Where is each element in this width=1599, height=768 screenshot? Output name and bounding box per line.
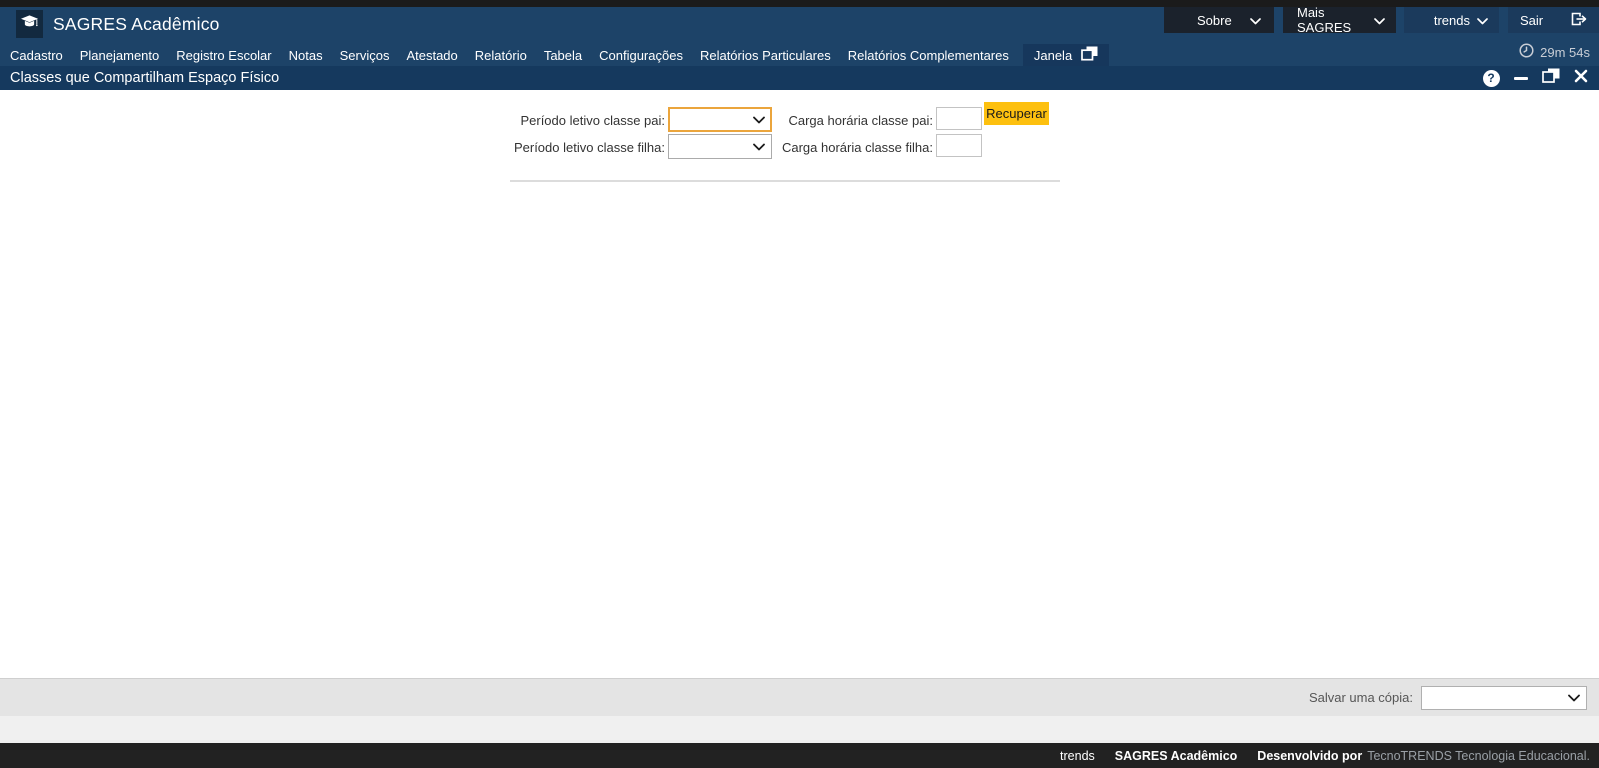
menu-item-cadastro[interactable]: Cadastro <box>10 48 63 63</box>
menu-item-planejamento[interactable]: Planejamento <box>80 48 160 63</box>
menu-item-relatorio[interactable]: Relatório <box>475 48 527 63</box>
chevron-down-icon <box>1250 13 1261 28</box>
menu-bar: Cadastro Planejamento Registro Escolar N… <box>0 44 1109 66</box>
recuperar-button[interactable]: Recuperar <box>984 102 1049 125</box>
carga-pai-label: Carga horária classe pai: <box>770 113 933 128</box>
maximize-button[interactable] <box>1540 66 1562 90</box>
menu-item-configuracoes[interactable]: Configurações <box>599 48 683 63</box>
footer: trends SAGRES Acadêmico Desenvolvido por… <box>0 743 1599 768</box>
clock-icon <box>1519 43 1534 61</box>
sair-label: Sair <box>1520 13 1543 28</box>
logout-icon <box>1571 12 1587 29</box>
window-title-bar: Classes que Compartilham Espaço Físico ? <box>0 66 1599 90</box>
user-menu-button[interactable]: trends <box>1404 7 1499 33</box>
mais-sagres-button[interactable]: Mais SAGRES <box>1283 7 1396 33</box>
menu-item-servicos[interactable]: Serviços <box>340 48 390 63</box>
menu-item-tabela[interactable]: Tabela <box>544 48 582 63</box>
window-icon <box>1081 46 1098 64</box>
periodo-filha-select-wrap <box>668 134 772 159</box>
form-divider <box>510 180 1060 182</box>
user-name-label: trends <box>1434 13 1470 28</box>
save-copy-select[interactable] <box>1421 686 1587 710</box>
menu-item-relatorios-complementares[interactable]: Relatórios Complementares <box>848 48 1009 63</box>
janela-label: Janela <box>1034 48 1072 63</box>
help-glyph: ? <box>1487 71 1494 85</box>
periodo-pai-label: Período letivo classe pai: <box>490 113 665 128</box>
footer-user: trends <box>1060 749 1095 763</box>
mais-sagres-label: Mais SAGRES <box>1297 5 1374 35</box>
sair-button[interactable]: Sair <box>1508 7 1599 33</box>
menu-item-notas[interactable]: Notas <box>289 48 323 63</box>
menu-item-relatorios-particulares[interactable]: Relatórios Particulares <box>700 48 831 63</box>
chevron-down-icon <box>1477 13 1488 28</box>
periodo-filha-label: Período letivo classe filha: <box>490 140 665 155</box>
help-icon: ? <box>1483 70 1500 87</box>
periodo-pai-select[interactable] <box>668 107 772 132</box>
periodo-pai-select-wrap <box>668 107 772 132</box>
app-logo <box>16 10 43 38</box>
carga-pai-input[interactable] <box>936 107 982 130</box>
save-copy-bar: Salvar uma cópia: <box>0 678 1599 716</box>
sagres-app-window: SAGRES Acadêmico Sobre Mais SAGRES trend… <box>0 0 1599 768</box>
help-button[interactable]: ? <box>1480 66 1502 90</box>
save-copy-select-wrap <box>1421 686 1587 710</box>
carga-filha-label: Carga horária classe filha: <box>770 140 933 155</box>
maximize-restore-icon <box>1542 68 1560 88</box>
menu-item-atestado[interactable]: Atestado <box>406 48 457 63</box>
footer-company: TecnoTRENDS Tecnologia Educacional. <box>1367 749 1590 763</box>
sobre-label: Sobre <box>1197 13 1232 28</box>
minimize-icon <box>1514 77 1528 80</box>
carga-filha-input[interactable] <box>936 134 982 157</box>
footer-credit: Desenvolvido por TecnoTRENDS Tecnologia … <box>1257 749 1590 763</box>
session-timer: 29m 54s <box>1519 43 1590 61</box>
close-icon <box>1574 69 1588 88</box>
graduation-cap-icon <box>20 13 39 35</box>
window-title: Classes que Compartilham Espaço Físico <box>10 70 279 86</box>
window-content: Período letivo classe pai: Carga horária… <box>0 90 1599 678</box>
footer-developed-by: Desenvolvido por <box>1257 749 1362 763</box>
close-button[interactable] <box>1570 66 1592 90</box>
footer-product: SAGRES Acadêmico <box>1115 749 1238 763</box>
status-band <box>0 716 1599 743</box>
periodo-filha-select[interactable] <box>668 134 772 159</box>
app-title: SAGRES Acadêmico <box>53 14 220 35</box>
top-bar: SAGRES Acadêmico Sobre Mais SAGRES trend… <box>0 7 1599 66</box>
sobre-button[interactable]: Sobre <box>1164 7 1274 33</box>
save-copy-label: Salvar uma cópia: <box>1309 690 1413 705</box>
chevron-down-icon <box>1374 13 1385 28</box>
menu-item-janela[interactable]: Janela <box>1023 44 1109 66</box>
menu-item-registro-escolar[interactable]: Registro Escolar <box>176 48 271 63</box>
session-timer-value: 29m 54s <box>1540 45 1590 60</box>
minimize-button[interactable] <box>1511 66 1531 90</box>
